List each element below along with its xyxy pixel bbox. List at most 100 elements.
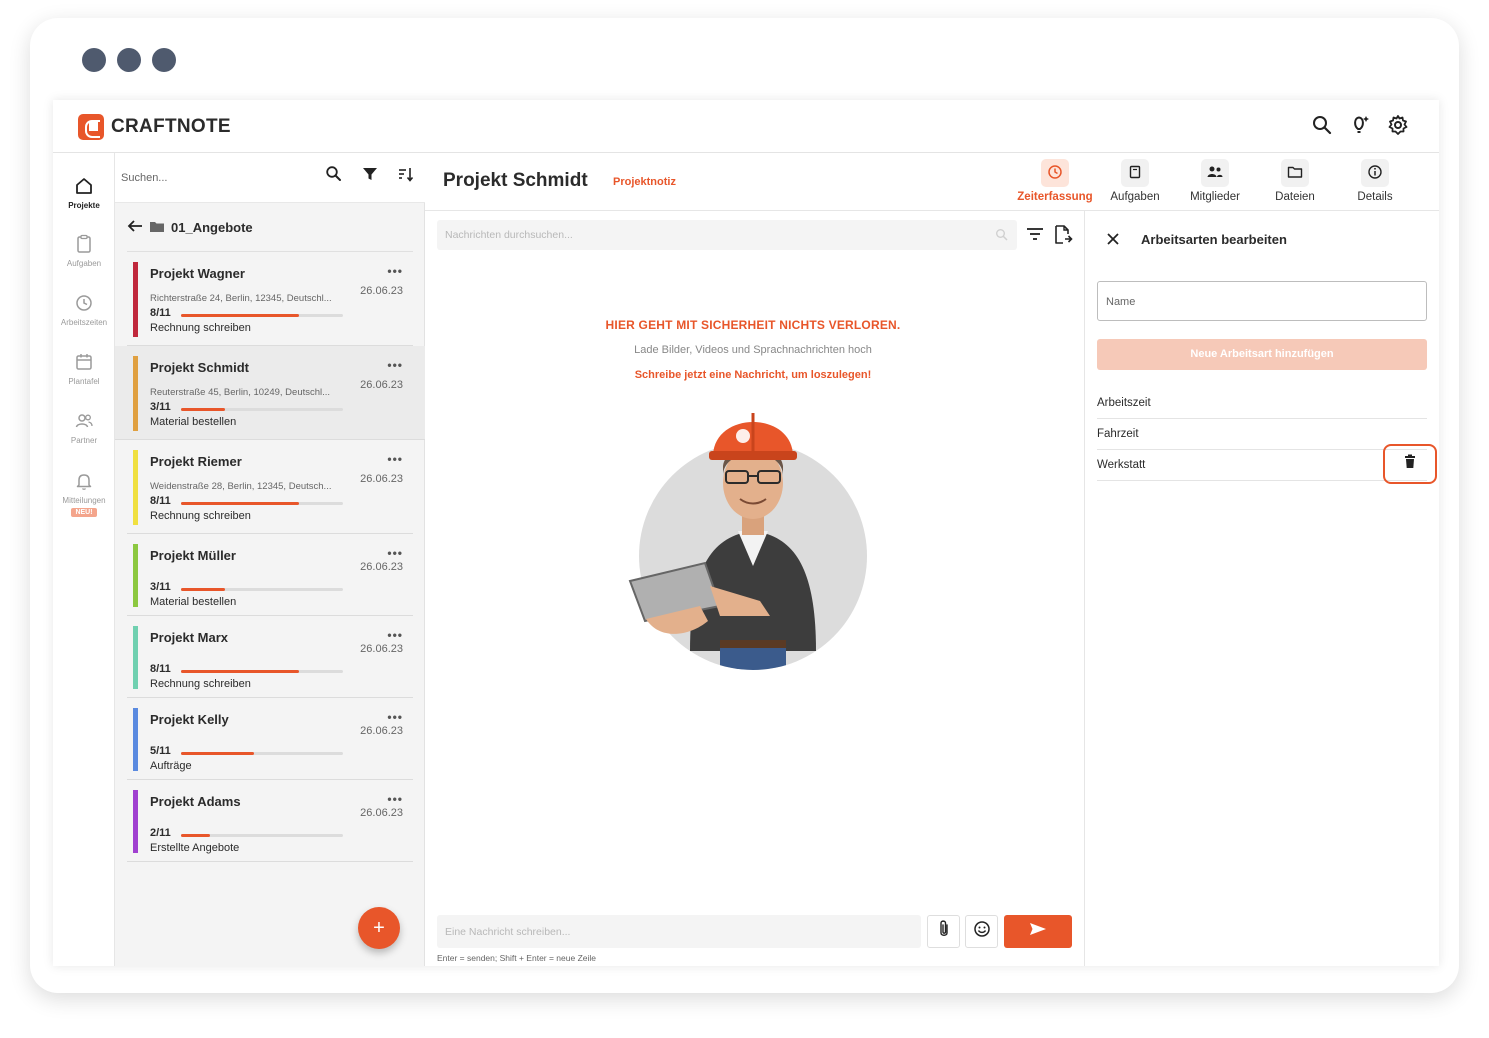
project-date: 26.06.23 [360, 379, 403, 391]
home-icon [73, 175, 95, 197]
work-type-label: Werkstatt [1097, 459, 1146, 471]
nav-item-mitteilungen[interactable]: Mitteilungen NEU! [53, 470, 115, 517]
message-input[interactable]: Eine Nachricht schreiben... [437, 915, 921, 948]
progress-bar [181, 588, 343, 591]
project-search-input[interactable]: Suchen... [121, 172, 167, 184]
window-dot[interactable] [82, 48, 106, 72]
app-window: CRAFTNOTE Projekte Aufgaben Arbeitszeite… [53, 100, 1439, 966]
project-note-link[interactable]: Projektnotiz [613, 176, 676, 188]
tab-zeiterfassung[interactable]: Zeiterfassung [1015, 159, 1095, 203]
close-icon[interactable] [1105, 231, 1121, 247]
project-status: Rechnung schreiben [150, 510, 251, 522]
add-project-button[interactable]: + [358, 907, 400, 949]
filter-lines-icon[interactable] [1025, 224, 1045, 244]
nav-item-partner[interactable]: Partner [53, 410, 115, 445]
tab-details[interactable]: Details [1335, 159, 1415, 203]
filter-icon[interactable] [361, 165, 379, 183]
project-date: 26.06.23 [360, 807, 403, 819]
back-arrow-icon[interactable] [127, 219, 143, 236]
attach-button[interactable] [927, 915, 960, 948]
work-type-row[interactable]: Fahrzeit [1097, 419, 1427, 450]
sort-icon[interactable] [397, 165, 415, 183]
tab-dateien[interactable]: Dateien [1255, 159, 1335, 203]
people-icon [73, 410, 95, 432]
export-file-icon[interactable] [1053, 224, 1073, 244]
tab-aufgaben[interactable]: Aufgaben [1095, 159, 1175, 203]
progress-bar [181, 502, 343, 505]
project-card[interactable]: Projekt Marx ••• 26.06.23 8/11 Rechnung schr… [127, 616, 413, 698]
project-date: 26.06.23 [360, 285, 403, 297]
more-options-icon[interactable]: ••• [387, 546, 403, 560]
delete-work-type-button[interactable] [1383, 444, 1437, 484]
work-type-label: Arbeitszeit [1097, 397, 1151, 409]
brand-name: CRAFTNOTE [111, 116, 231, 137]
project-date: 26.06.23 [360, 725, 403, 737]
progress-count: 3/11 [150, 401, 171, 413]
project-status: Rechnung schreiben [150, 322, 251, 334]
work-type-row[interactable]: Arbeitszeit [1097, 388, 1427, 419]
nav-label: Partner [70, 436, 98, 445]
lightbulb-icon[interactable] [1349, 114, 1371, 136]
project-date: 26.06.23 [360, 561, 403, 573]
progress-fill [181, 834, 211, 837]
search-icon[interactable] [1311, 114, 1333, 136]
project-card[interactable]: Projekt Kelly ••• 26.06.23 5/11 Aufträge [127, 698, 413, 780]
progress-bar [181, 408, 343, 411]
add-work-type-button[interactable]: Neue Arbeitsart hinzufügen [1097, 339, 1427, 370]
name-placeholder: Name [1106, 296, 1136, 308]
project-color-bar [133, 262, 138, 337]
folder-name: 01_Angebote [171, 220, 253, 235]
gear-icon[interactable] [1387, 114, 1409, 136]
work-types-panel: Arbeitsarten bearbeiten Name Neue Arbeit… [1085, 211, 1439, 966]
project-name: Projekt Schmidt [150, 360, 249, 375]
project-card[interactable]: Projekt Riemer ••• 26.06.23 Weidenstraße 28… [127, 440, 413, 534]
project-card[interactable]: Projekt Müller ••• 26.06.23 3/11 Material be… [127, 534, 413, 616]
members-icon [1206, 165, 1224, 182]
emoji-button[interactable] [965, 915, 998, 948]
project-name: Projekt Kelly [150, 712, 229, 727]
progress-fill [181, 752, 254, 755]
project-color-bar [133, 450, 138, 525]
search-icon[interactable] [995, 228, 1009, 242]
send-button[interactable] [1004, 915, 1072, 948]
page-title: Projekt Schmidt [443, 170, 588, 191]
folder-breadcrumb[interactable]: 01_Angebote [127, 219, 253, 236]
project-address: Weidenstraße 28, Berlin, 12345, Deutsch.… [150, 481, 332, 492]
search-icon[interactable] [325, 165, 343, 183]
window-dot[interactable] [117, 48, 141, 72]
send-icon [1029, 922, 1047, 941]
work-type-name-input[interactable]: Name [1097, 281, 1427, 321]
composer-hint: Enter = senden; Shift + Enter = neue Zei… [437, 953, 597, 963]
more-options-icon[interactable]: ••• [387, 710, 403, 724]
project-status: Rechnung schreiben [150, 678, 251, 690]
nav-item-arbeitszeiten[interactable]: Arbeitszeiten [53, 292, 115, 327]
chat-panel: Nachrichten durchsuchen... HIER GEHT MIT… [425, 211, 1085, 966]
nav-item-aufgaben[interactable]: Aufgaben [53, 233, 115, 268]
more-options-icon[interactable]: ••• [387, 792, 403, 806]
nav-item-plantafel[interactable]: Plantafel [53, 351, 115, 386]
clock-icon [1047, 164, 1063, 183]
project-color-bar [133, 708, 138, 771]
tab-label: Zeiterfassung [1017, 191, 1093, 203]
project-card[interactable]: Projekt Adams ••• 26.06.23 2/11 Erstellte An… [127, 780, 413, 862]
trash-icon [1404, 454, 1416, 474]
nav-label: Plantafel [68, 377, 100, 386]
project-card[interactable]: Projekt Schmidt ••• 26.06.23 Reuterstraße 4… [115, 346, 425, 440]
more-options-icon[interactable]: ••• [387, 358, 403, 372]
progress-bar [181, 834, 343, 837]
progress-fill [181, 314, 300, 317]
project-status: Material bestellen [150, 416, 237, 428]
brand-logo[interactable]: CRAFTNOTE [78, 114, 231, 140]
window-dot[interactable] [152, 48, 176, 72]
work-type-row[interactable]: Werkstatt [1097, 450, 1427, 481]
more-options-icon[interactable]: ••• [387, 628, 403, 642]
nav-label: Mitteilungen [62, 496, 106, 505]
nav-item-projekte[interactable]: Projekte [53, 175, 115, 210]
message-search-input[interactable]: Nachrichten durchsuchen... [437, 220, 1017, 250]
more-options-icon[interactable]: ••• [387, 452, 403, 466]
project-status: Erstellte Angebote [150, 842, 240, 854]
more-options-icon[interactable]: ••• [387, 264, 403, 278]
tab-mitglieder[interactable]: Mitglieder [1175, 159, 1255, 203]
project-name: Projekt Riemer [150, 454, 242, 469]
project-card[interactable]: Projekt Wagner ••• 26.06.23 Richterstraße 2… [127, 252, 413, 346]
